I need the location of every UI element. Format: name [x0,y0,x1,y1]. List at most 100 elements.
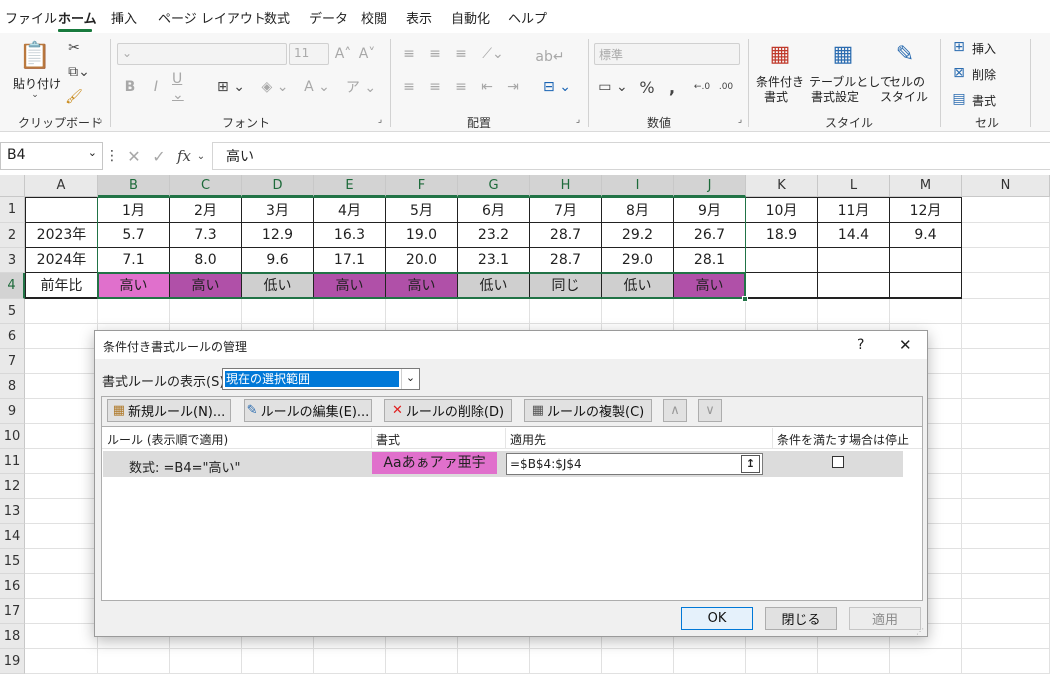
cell[interactable] [386,299,458,324]
dialog-launcher-icon[interactable]: ⌟ [735,115,745,125]
cell-K2[interactable]: 18.9 [746,223,818,248]
resize-grip-icon[interactable]: ⋰ [915,626,925,636]
row-header-9[interactable]: 9 [0,399,25,424]
align-top-icon[interactable]: ≡ [400,45,418,63]
cell-B4[interactable]: 高い [98,273,170,299]
cell[interactable] [25,624,98,649]
cell[interactable] [962,574,1050,599]
cell-C3[interactable]: 8.0 [170,248,242,273]
cell-A2[interactable]: 2023年 [25,223,98,248]
cell[interactable] [818,649,890,674]
chevron-down-icon[interactable]: ⌄ [29,89,41,101]
cell[interactable] [962,549,1050,574]
increase-indent-icon[interactable]: ⇥ [504,77,522,97]
row-header-14[interactable]: 14 [0,524,25,549]
percent-icon[interactable]: % [638,77,656,97]
stop-if-true-checkbox[interactable] [832,456,844,468]
cell[interactable] [818,299,890,324]
tab-8[interactable]: 自動化 [451,8,490,27]
cell[interactable] [962,524,1050,549]
row-header-17[interactable]: 17 [0,599,25,624]
tab-4[interactable]: 数式 [264,8,290,27]
row-header-6[interactable]: 6 [0,324,25,349]
cell[interactable] [962,399,1050,424]
border-icon[interactable]: ⊞ ⌄ [214,77,248,97]
row-header-11[interactable]: 11 [0,449,25,474]
increase-decimal-icon[interactable]: ←.0 [692,77,712,97]
row-header-18[interactable]: 18 [0,624,25,649]
cell-A1[interactable] [25,197,98,223]
cell-M2[interactable]: 9.4 [890,223,962,248]
cell-H2[interactable]: 28.7 [530,223,602,248]
row-header-3[interactable]: 3 [0,248,25,273]
cell[interactable] [962,424,1050,449]
cell-J4[interactable]: 高い [674,273,746,299]
cell-I1[interactable]: 8月 [602,197,674,223]
cell[interactable] [25,399,98,424]
help-button[interactable]: ? [857,337,864,353]
tab-0[interactable]: ファイル [5,8,57,27]
edit-rule-button[interactable]: ✎ ルールの編集(E)... [244,399,372,422]
cell[interactable] [674,299,746,324]
fill-handle[interactable] [742,296,748,302]
dialog-launcher-icon[interactable]: ⌟ [573,115,583,125]
cell[interactable] [890,649,962,674]
row-header-13[interactable]: 13 [0,499,25,524]
cell[interactable] [962,649,1050,674]
column-header-E[interactable]: E [314,175,386,197]
cell[interactable] [25,649,98,674]
cell[interactable] [25,299,98,324]
cell[interactable] [25,424,98,449]
cell[interactable] [170,299,242,324]
insert-cells-button[interactable]: 挿入 [972,40,996,57]
cell-L2[interactable]: 14.4 [818,223,890,248]
cell-F4[interactable]: 高い [386,273,458,299]
cell-A3[interactable]: 2024年 [25,248,98,273]
insert-cells-icon[interactable]: ⊞ [950,39,968,55]
cell-L4[interactable] [818,273,890,299]
cell-styles-label-2[interactable]: スタイル [880,88,928,105]
cell[interactable] [962,624,1050,649]
cell[interactable] [890,299,962,324]
cell[interactable] [25,549,98,574]
tab-5[interactable]: データ [309,8,348,27]
cell-M4[interactable] [890,273,962,299]
cell-E2[interactable]: 16.3 [314,223,386,248]
delete-cells-icon[interactable]: ⊠ [950,65,968,81]
cell-M1[interactable]: 12月 [890,197,962,223]
accounting-format-icon[interactable]: ▭ ⌄ [596,77,630,97]
cell[interactable] [25,499,98,524]
row-header-5[interactable]: 5 [0,299,25,324]
tab-9[interactable]: ヘルプ [508,8,547,27]
conditional-format-label-2[interactable]: 書式 [764,88,788,105]
apply-button[interactable]: 適用 [849,607,921,630]
cell[interactable] [314,299,386,324]
delete-rule-button[interactable]: ✕ ルールの削除(D) [384,399,512,422]
ok-button[interactable]: OK [681,607,753,630]
cell-C1[interactable]: 2月 [170,197,242,223]
column-header-I[interactable]: I [602,175,674,197]
cell[interactable] [25,349,98,374]
column-header-F[interactable]: F [386,175,458,197]
close-icon[interactable]: ✕ [899,336,912,354]
cell[interactable] [458,299,530,324]
new-rule-button[interactable]: ▦ 新規ルール(N)... [107,399,231,422]
cell-F2[interactable]: 19.0 [386,223,458,248]
row-header-19[interactable]: 19 [0,649,25,674]
cell[interactable] [962,223,1050,248]
row-header-8[interactable]: 8 [0,374,25,399]
cell[interactable] [25,449,98,474]
cell-C2[interactable]: 7.3 [170,223,242,248]
row-header-4[interactable]: 4 [0,273,25,299]
cell[interactable] [25,524,98,549]
column-header-J[interactable]: J [674,175,746,197]
format-cells-icon[interactable]: ▤ [950,91,968,107]
cell-A4[interactable]: 前年比 [25,273,98,299]
column-header-G[interactable]: G [458,175,530,197]
cell[interactable] [962,599,1050,624]
row-header-7[interactable]: 7 [0,349,25,374]
cell-E3[interactable]: 17.1 [314,248,386,273]
font-name-combo[interactable]: ⌄ [117,43,287,65]
cell-D2[interactable]: 12.9 [242,223,314,248]
orientation-icon[interactable]: ⟋⌄ [478,45,508,63]
